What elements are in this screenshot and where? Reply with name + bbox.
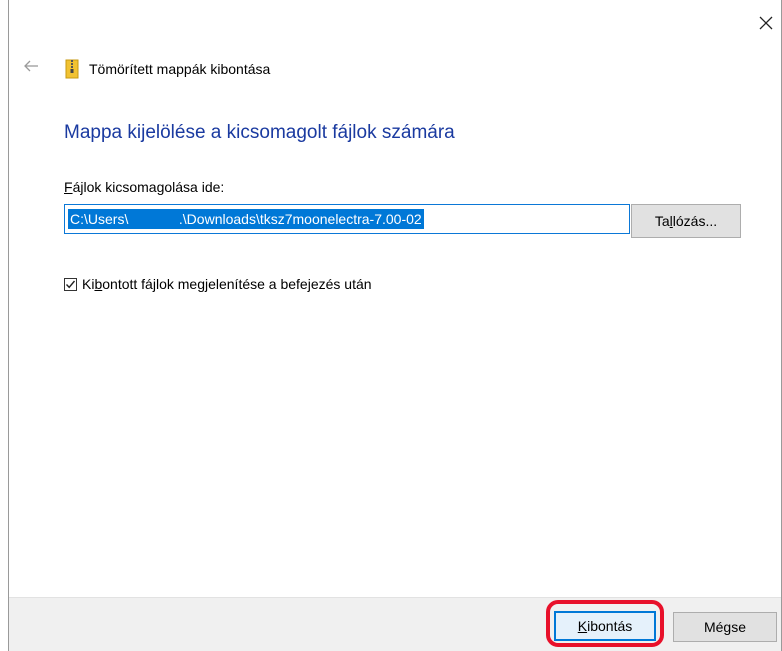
show-files-checkbox[interactable] bbox=[64, 277, 77, 291]
close-icon bbox=[759, 16, 773, 35]
show-files-label-pre: Ki bbox=[82, 276, 95, 292]
back-arrow-icon bbox=[23, 59, 39, 77]
destination-label: Fájlok kicsomagolása ide: bbox=[64, 179, 224, 195]
destination-label-accesskey: F bbox=[64, 179, 73, 195]
extract-button[interactable]: Kibontás bbox=[554, 611, 656, 641]
destination-path-value: C:\Users\ .\Downloads\tksz7moonelectra-7… bbox=[68, 209, 424, 229]
back-button[interactable] bbox=[20, 58, 42, 78]
page-heading: Mappa kijelölése a kicsomagolt fájlok sz… bbox=[64, 122, 455, 143]
zip-folder-icon bbox=[64, 59, 80, 79]
destination-path-input[interactable]: C:\Users\ .\Downloads\tksz7moonelectra-7… bbox=[64, 204, 630, 234]
extract-wizard-window: Tömörített mappák kibontása Mappa kijelö… bbox=[8, 0, 782, 651]
browse-label-pre: Ta bbox=[654, 213, 670, 229]
checkmark-icon bbox=[65, 280, 76, 288]
close-button[interactable] bbox=[755, 14, 777, 36]
cancel-label: Mégse bbox=[703, 619, 747, 635]
extract-label-text: ibontás bbox=[587, 618, 633, 634]
wizard-header: Tömörített mappák kibontása bbox=[64, 58, 270, 80]
wizard-title: Tömörített mappák kibontása bbox=[89, 61, 271, 77]
browse-label-post: lózás... bbox=[672, 213, 718, 229]
show-files-label: Kibontott fájlok megjelenítése a befejez… bbox=[82, 276, 372, 292]
cancel-button[interactable]: Mégse bbox=[673, 612, 777, 642]
extract-label-accesskey: K bbox=[577, 618, 588, 634]
show-files-label-post: ontott fájlok megjelenítése a befejezés … bbox=[102, 276, 372, 292]
show-files-option[interactable]: Kibontott fájlok megjelenítése a befejez… bbox=[64, 276, 372, 292]
destination-label-text: ájlok kicsomagolása ide: bbox=[72, 179, 225, 195]
button-bar bbox=[9, 597, 781, 651]
browse-button[interactable]: Ta l lózás... bbox=[631, 204, 741, 238]
